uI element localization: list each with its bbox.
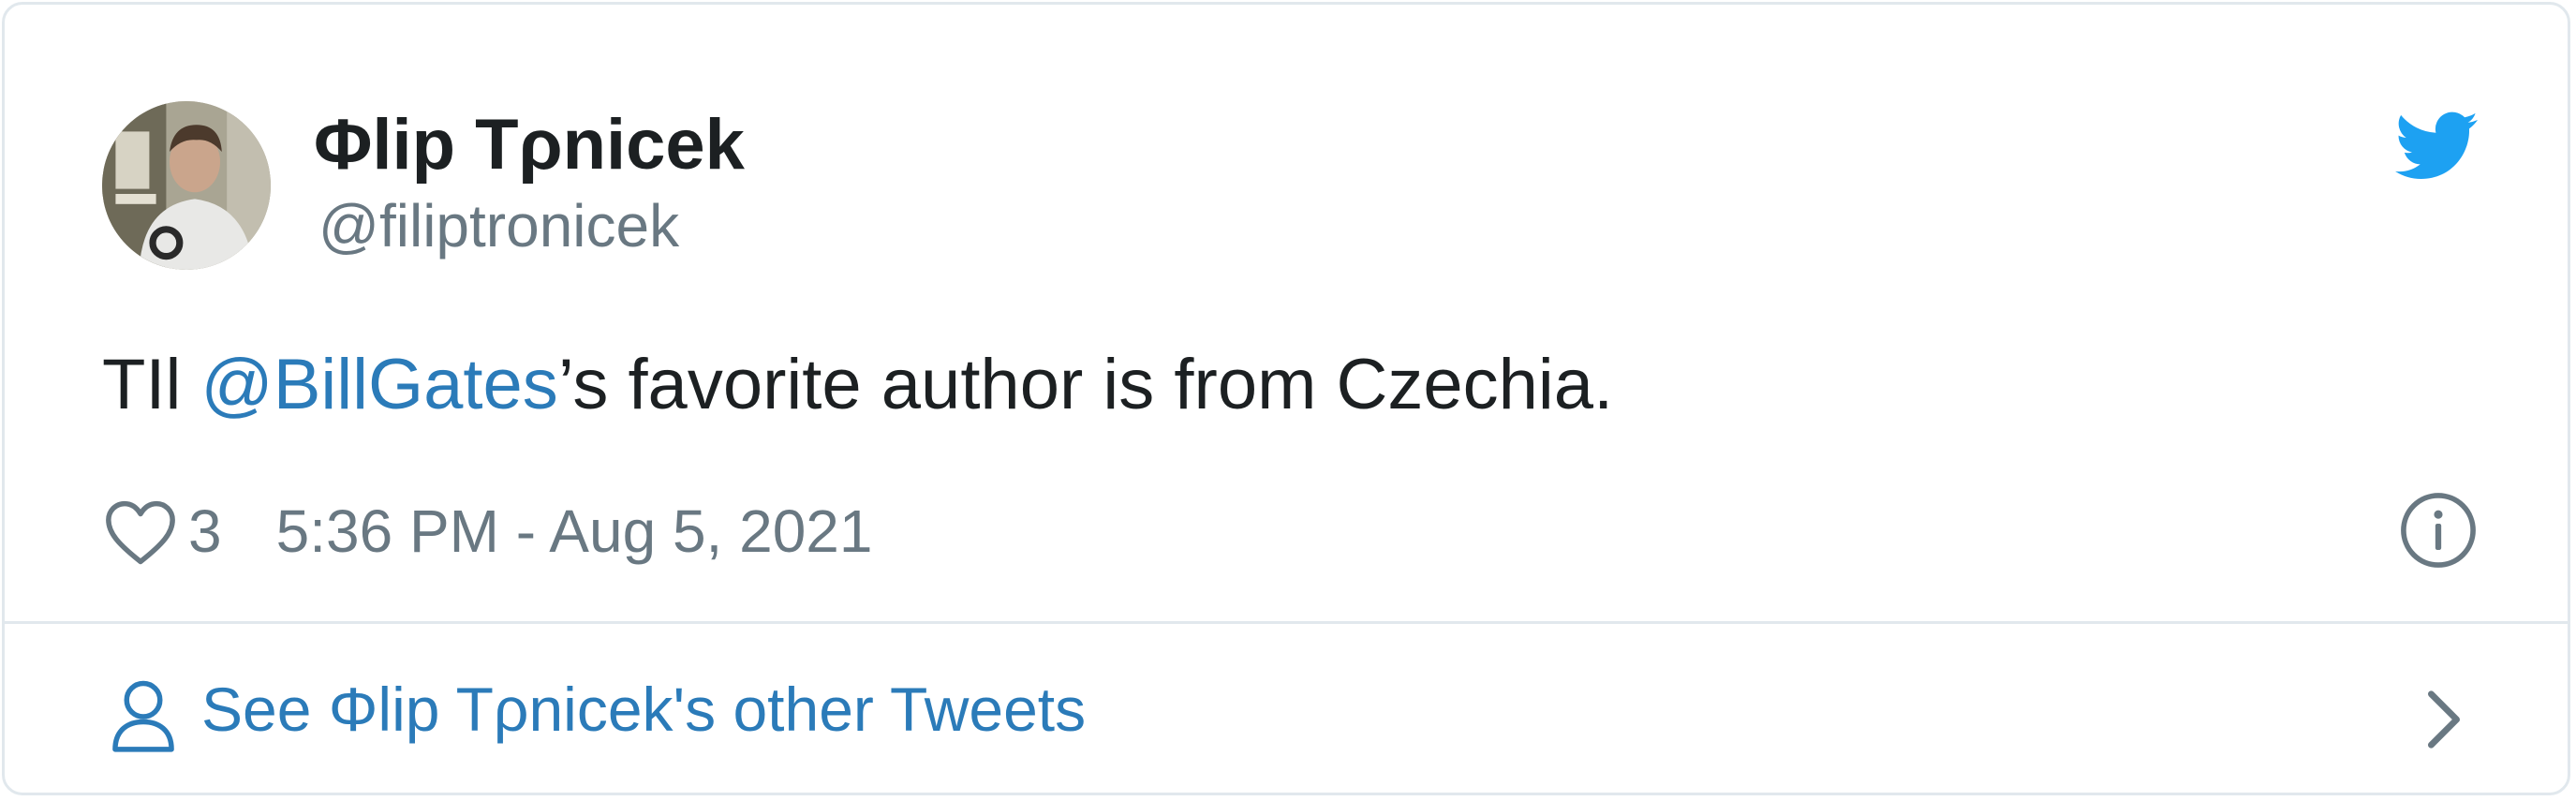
- footer-bar[interactable]: See Φlip Tρnicek's other Tweets: [5, 624, 2568, 793]
- person-icon: [112, 680, 174, 752]
- tweet-text-end: ’s favorite author is from Czechia.: [557, 345, 1614, 424]
- mention-link[interactable]: @BillGates: [201, 345, 558, 424]
- avatar-photo: [102, 101, 271, 270]
- timestamp[interactable]: 5:36 PM - Aug 5, 2021: [276, 497, 873, 566]
- chevron-right-icon[interactable]: [2423, 688, 2465, 751]
- like-count[interactable]: 3: [188, 497, 222, 566]
- tweet-meta: 3 5:36 PM - Aug 5, 2021: [102, 492, 872, 571]
- heart-icon[interactable]: [102, 496, 179, 567]
- tweet-text-start: TIl: [102, 345, 201, 424]
- user-handle[interactable]: @filiptronicek: [318, 192, 679, 261]
- see-other-tweets-link[interactable]: See Φlip Tρnicek's other Tweets: [201, 675, 1086, 746]
- info-icon[interactable]: [2399, 491, 2478, 570]
- tweet-text: TIl @BillGates’s favorite author is from…: [102, 344, 1613, 425]
- tweet-card: Φlip Tρnicek @filiptronicek TIl @BillGat…: [2, 2, 2570, 795]
- display-name[interactable]: Φlip Tρnicek: [314, 104, 745, 185]
- avatar[interactable]: [102, 101, 271, 270]
- twitter-bird-icon[interactable]: [2395, 111, 2478, 181]
